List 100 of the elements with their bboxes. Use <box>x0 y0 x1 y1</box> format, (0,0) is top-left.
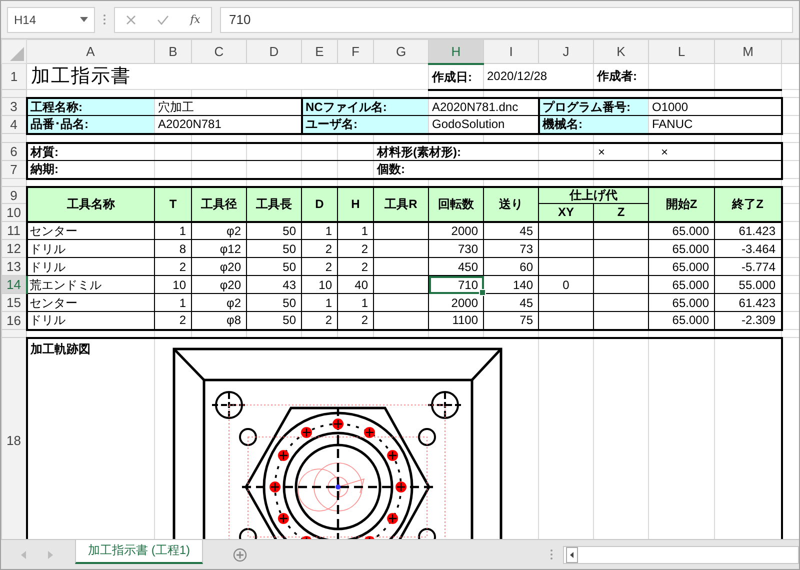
check-icon[interactable] <box>156 14 169 24</box>
cancel-icon[interactable] <box>126 14 136 24</box>
row-header[interactable]: 15 <box>2 294 26 312</box>
table-cell[interactable]: 1 <box>338 222 374 240</box>
insert-function-button[interactable]: fx <box>190 13 200 26</box>
table-cell[interactable]: 65.000 <box>648 312 714 330</box>
table-cell[interactable]: 2000 <box>428 222 484 240</box>
table-cell[interactable]: 1 <box>302 294 338 312</box>
table-cell[interactable]: -5.774 <box>714 258 782 276</box>
table-cell[interactable]: 140 <box>484 276 538 294</box>
column-header[interactable]: B <box>154 40 192 64</box>
table-cell[interactable]: -3.464 <box>714 240 782 258</box>
table-cell[interactable]: φ2 <box>192 294 246 312</box>
table-cell[interactable]: 1 <box>338 294 374 312</box>
row-header[interactable]: 12 <box>2 240 26 258</box>
table-cell[interactable]: φ12 <box>192 240 246 258</box>
column-header[interactable]: F <box>338 40 374 64</box>
column-header[interactable]: H <box>428 40 484 64</box>
table-cell[interactable]: 0 <box>538 276 594 294</box>
column-header[interactable]: E <box>302 40 338 64</box>
table-cell[interactable]: 50 <box>246 222 302 240</box>
table-cell[interactable]: -2.309 <box>714 312 782 330</box>
row-header[interactable]: 1 <box>2 64 26 90</box>
table-cell[interactable]: 73 <box>484 240 538 258</box>
column-header[interactable]: L <box>648 40 714 64</box>
table-cell[interactable]: 2 <box>338 258 374 276</box>
table-cell[interactable]: 75 <box>484 312 538 330</box>
column-header[interactable]: G <box>374 40 428 64</box>
column-header[interactable]: D <box>246 40 302 64</box>
table-cell[interactable]: 45 <box>484 294 538 312</box>
column-header[interactable]: J <box>538 40 594 64</box>
add-sheet-icon[interactable] <box>233 548 247 562</box>
table-cell[interactable]: 50 <box>246 294 302 312</box>
table-cell[interactable]: 2 <box>302 312 338 330</box>
row-header[interactable]: 18 <box>2 338 26 539</box>
column-header[interactable]: A <box>26 40 154 64</box>
table-cell[interactable]: 10 <box>154 276 192 294</box>
table-cell[interactable]: 50 <box>246 240 302 258</box>
table-cell[interactable]: 荒エンドミル <box>26 276 154 294</box>
table-cell[interactable]: 2000 <box>428 294 484 312</box>
row-header[interactable]: 7 <box>2 160 26 178</box>
column-header[interactable]: K <box>594 40 648 64</box>
select-all-icon[interactable] <box>10 47 24 61</box>
previous-sheet-icon[interactable] <box>21 550 27 558</box>
table-cell[interactable]: 65.000 <box>648 276 714 294</box>
table-cell[interactable]: 2 <box>338 312 374 330</box>
table-cell[interactable]: 2 <box>302 258 338 276</box>
sheet-tab[interactable]: 加工指示書 (工程1) <box>75 540 203 564</box>
column-header[interactable]: C <box>192 40 246 64</box>
table-cell[interactable]: センター <box>26 222 154 240</box>
table-cell[interactable]: φ20 <box>192 276 246 294</box>
table-cell[interactable]: 450 <box>428 258 484 276</box>
fill-handle[interactable] <box>479 289 486 296</box>
row-header[interactable]: 9 <box>2 186 26 204</box>
table-cell[interactable]: 55.000 <box>714 276 782 294</box>
table-cell[interactable]: φ20 <box>192 258 246 276</box>
table-cell[interactable]: 1100 <box>428 312 484 330</box>
table-cell[interactable]: 710 <box>428 276 484 294</box>
row-header[interactable]: 16 <box>2 312 26 330</box>
table-cell[interactable]: 65.000 <box>648 258 714 276</box>
table-cell[interactable]: 1 <box>302 222 338 240</box>
table-cell[interactable]: ドリル <box>26 258 154 276</box>
formula-field[interactable]: 710 <box>220 6 793 32</box>
table-cell[interactable]: ドリル <box>26 240 154 258</box>
table-cell[interactable]: 50 <box>246 258 302 276</box>
table-cell[interactable]: φ8 <box>192 312 246 330</box>
table-cell[interactable]: φ2 <box>192 222 246 240</box>
table-cell[interactable]: 8 <box>154 240 192 258</box>
table-cell[interactable]: 2 <box>154 312 192 330</box>
table-cell[interactable]: 61.423 <box>714 294 782 312</box>
horizontal-scrollbar[interactable] <box>563 546 799 564</box>
table-cell[interactable]: ドリル <box>26 312 154 330</box>
table-cell[interactable]: 2 <box>302 240 338 258</box>
table-cell[interactable]: 2 <box>338 240 374 258</box>
next-sheet-icon[interactable] <box>47 550 53 558</box>
row-header[interactable]: 14 <box>2 276 26 294</box>
row-header[interactable]: 6 <box>2 142 26 160</box>
table-cell[interactable]: センター <box>26 294 154 312</box>
row-header[interactable]: 13 <box>2 258 26 276</box>
table-cell[interactable]: 65.000 <box>648 222 714 240</box>
row-header[interactable]: 10 <box>2 204 26 222</box>
table-cell[interactable]: 1 <box>154 294 192 312</box>
row-header[interactable]: 11 <box>2 222 26 240</box>
column-header[interactable]: M <box>714 40 782 64</box>
table-cell[interactable]: 61.423 <box>714 222 782 240</box>
table-cell[interactable]: 2 <box>154 258 192 276</box>
table-cell[interactable]: 10 <box>302 276 338 294</box>
table-cell[interactable]: 65.000 <box>648 240 714 258</box>
table-cell[interactable]: 50 <box>246 312 302 330</box>
table-cell[interactable]: 40 <box>338 276 374 294</box>
table-cell[interactable]: 730 <box>428 240 484 258</box>
table-cell[interactable]: 45 <box>484 222 538 240</box>
row-header[interactable]: 3 <box>2 98 26 116</box>
scroll-left-icon[interactable] <box>566 546 578 562</box>
table-cell[interactable]: 43 <box>246 276 302 294</box>
row-header[interactable]: 4 <box>2 116 26 134</box>
name-box[interactable]: H14 <box>7 6 95 32</box>
table-cell[interactable]: 60 <box>484 258 538 276</box>
table-cell[interactable]: 65.000 <box>648 294 714 312</box>
table-cell[interactable]: 1 <box>154 222 192 240</box>
